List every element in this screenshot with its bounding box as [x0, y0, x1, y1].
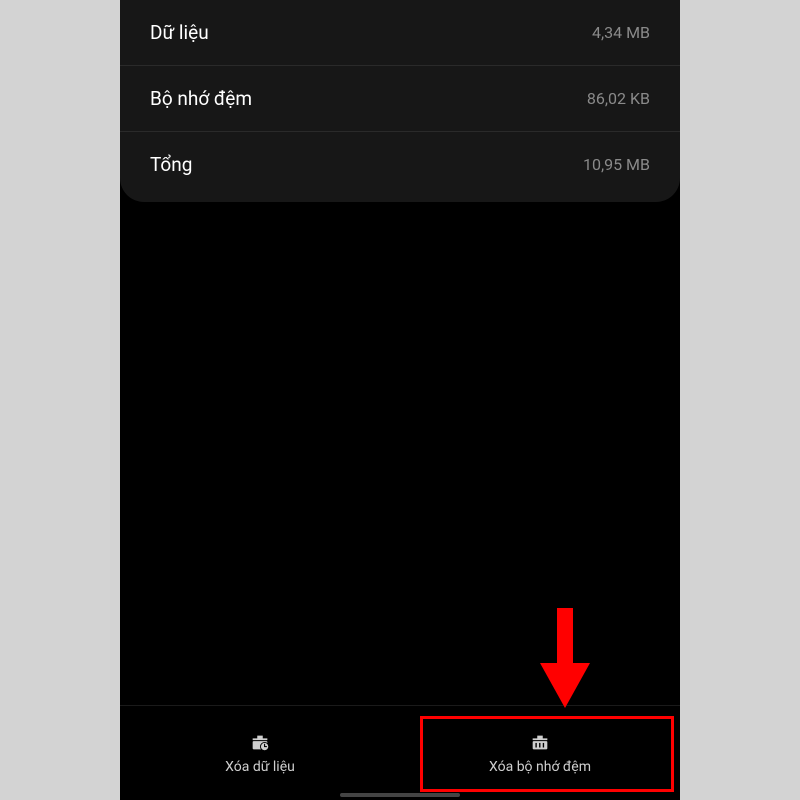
clear-cache-label: Xóa bộ nhớ đệm — [489, 759, 591, 775]
storage-label: Bộ nhớ đệm — [150, 87, 252, 110]
storage-value: 10,95 MB — [583, 155, 650, 174]
phone-screen: Dữ liệu 4,34 MB Bộ nhớ đệm 86,02 KB Tổng… — [120, 0, 680, 800]
storage-row-data: Dữ liệu 4,34 MB — [120, 0, 680, 66]
storage-info-panel: Dữ liệu 4,34 MB Bộ nhớ đệm 86,02 KB Tổng… — [120, 0, 680, 202]
navigation-handle[interactable] — [340, 793, 460, 797]
clear-data-label: Xóa dữ liệu — [225, 759, 295, 775]
bottom-action-bar: Xóa dữ liệu Xóa bộ nhớ đệm — [120, 705, 680, 800]
storage-value: 4,34 MB — [592, 23, 650, 42]
storage-row-total: Tổng 10,95 MB — [120, 132, 680, 202]
clear-data-button[interactable]: Xóa dữ liệu — [120, 706, 400, 800]
clear-cache-button[interactable]: Xóa bộ nhớ đệm — [400, 706, 680, 800]
storage-row-cache: Bộ nhớ đệm 86,02 KB — [120, 66, 680, 132]
storage-label: Tổng — [150, 153, 192, 176]
annotation-arrow — [540, 608, 590, 708]
storage-value: 86,02 KB — [587, 89, 650, 108]
storage-label: Dữ liệu — [150, 21, 209, 44]
broom-clock-icon — [249, 731, 271, 753]
broom-icon — [529, 731, 551, 753]
